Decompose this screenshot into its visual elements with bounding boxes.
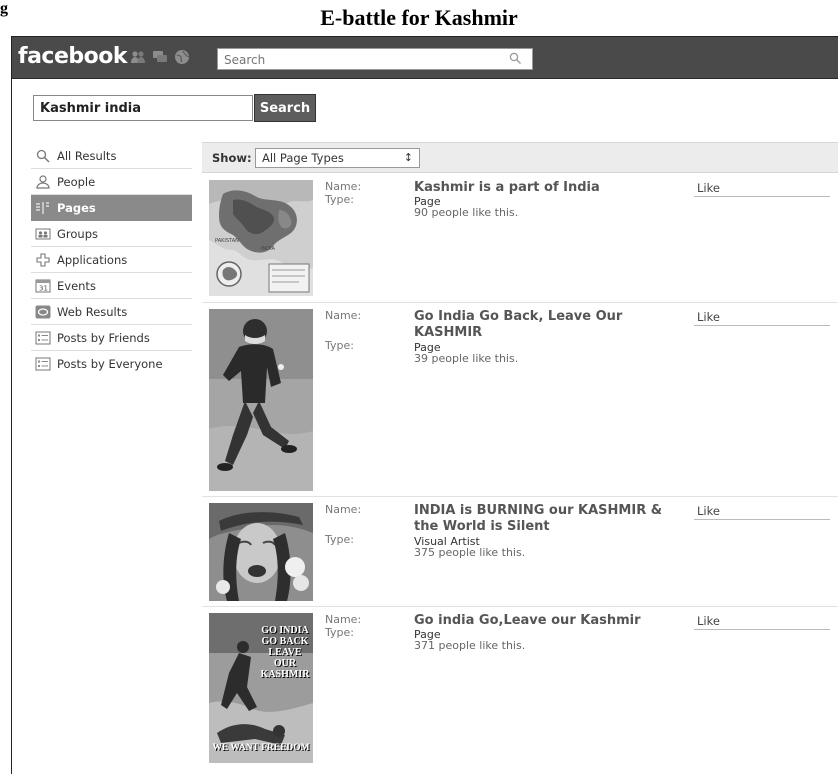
like-button[interactable]: Like [694, 310, 830, 326]
nav-item-label: People [57, 174, 96, 189]
page-type-value: All Page Types [262, 151, 344, 165]
like-count: 375 people like this. [414, 546, 526, 559]
result-thumbnail-map[interactable]: PAKISTAN INDIA [209, 180, 313, 296]
page-type-select[interactable]: All Page Types ↕ [255, 148, 420, 168]
svg-text:31: 31 [39, 284, 48, 292]
nav-item-label: All Results [57, 148, 117, 163]
nav-item-posts-by-friends[interactable]: Posts by Friends [31, 325, 192, 351]
type-label: Type: [325, 339, 354, 352]
nav-item-label: Posts by Friends [57, 330, 150, 345]
filter-label: Show: [212, 151, 252, 165]
query-field [33, 95, 253, 121]
type-label: Type: [325, 193, 354, 206]
name-label: Name: [325, 309, 362, 322]
nav-item-posts-by-everyone[interactable]: Posts by Everyone [31, 351, 192, 377]
facebook-logo[interactable]: facebook [18, 44, 128, 69]
page-name-link[interactable]: Go india Go,Leave our Kashmir [414, 613, 689, 629]
type-label: Type: [325, 533, 354, 546]
posts-icon [35, 331, 51, 345]
page-name-link[interactable]: INDIA is BURNING our KASHMIR & the World… [414, 503, 689, 535]
nav-item-web-results[interactable]: Web Results [31, 299, 192, 325]
result-type-nav: All Results People Pages Groups Applicat… [31, 143, 192, 377]
like-count: 90 people like this. [414, 206, 519, 219]
nav-item-label: Applications [57, 252, 128, 267]
result-thumbnail-woman[interactable] [209, 503, 313, 601]
notifications-icon[interactable] [174, 49, 190, 65]
applications-icon [35, 252, 51, 267]
nav-item-label: Groups [57, 226, 99, 241]
nav-item-applications[interactable]: Applications [31, 247, 192, 273]
name-label: Name: [325, 503, 362, 516]
facebook-header: facebook [12, 37, 838, 79]
nav-item-groups[interactable]: Groups [31, 221, 192, 247]
like-count: 39 people like this. [414, 352, 519, 365]
page-name-link[interactable]: Go India Go Back, Leave Our KASHMIR [414, 309, 689, 341]
nav-item-pages[interactable]: Pages [31, 195, 192, 221]
like-count: 371 people like this. [414, 639, 526, 652]
like-button[interactable]: Like [694, 181, 830, 197]
web-icon [35, 305, 51, 319]
like-button[interactable]: Like [694, 504, 830, 520]
result-item: Name: Type: INDIA is BURNING our KASHMIR… [202, 497, 838, 607]
result-thumbnail-poster[interactable]: GO INDIA GO BACK LEAVE OUR KASHMIR WE WA… [209, 613, 313, 763]
header-search-input[interactable] [218, 50, 498, 70]
like-button[interactable]: Like [694, 614, 830, 630]
filter-bar: Show: All Page Types ↕ [202, 142, 838, 173]
result-item: PAKISTAN INDIA Name: Type: Kashmir is a … [202, 174, 838, 303]
nav-item-label: Web Results [57, 304, 128, 319]
pages-icon [35, 201, 51, 215]
header-search [217, 48, 533, 70]
result-item: Name: Type: Go India Go Back, Leave Our … [202, 303, 838, 497]
result-thumbnail-protester[interactable] [209, 309, 313, 491]
poster-bottom-text: WE WANT FREEDOM [212, 743, 310, 753]
nav-item-people[interactable]: People [31, 169, 192, 195]
groups-icon [35, 227, 51, 241]
svg-text:PAKISTAN: PAKISTAN [215, 238, 239, 244]
figure-title: E-battle for Kashmir [320, 5, 518, 30]
browser-screenshot: facebook Search All Results [11, 36, 838, 774]
nav-item-events[interactable]: 31 Events [31, 273, 192, 299]
result-item: GO INDIA GO BACK LEAVE OUR KASHMIR WE WA… [202, 607, 838, 774]
select-arrows-icon: ↕ [403, 151, 413, 164]
svg-text:INDIA: INDIA [261, 246, 276, 252]
nav-item-label: Posts by Everyone [57, 357, 163, 371]
nav-item-label: Pages [57, 200, 96, 215]
nav-item-label: Events [57, 278, 96, 293]
magnifier-icon [35, 149, 51, 163]
messages-icon[interactable] [152, 49, 168, 65]
header-jewels [130, 49, 190, 65]
search-button[interactable]: Search [254, 94, 316, 122]
posts-icon [35, 357, 51, 371]
name-label: Name: [325, 613, 362, 626]
calendar-icon: 31 [35, 279, 51, 293]
name-label: Name: [325, 180, 362, 193]
friend-requests-icon[interactable] [130, 49, 146, 65]
page-name-link[interactable]: Kashmir is a part of India [414, 180, 689, 196]
search-icon[interactable] [509, 52, 522, 65]
poster-top-text: GO INDIA GO BACK LEAVE OUR KASHMIR [260, 625, 310, 680]
type-label: Type: [325, 626, 354, 639]
nav-item-all-results[interactable]: All Results [31, 143, 192, 169]
person-icon [35, 174, 51, 189]
query-input[interactable] [34, 96, 244, 120]
